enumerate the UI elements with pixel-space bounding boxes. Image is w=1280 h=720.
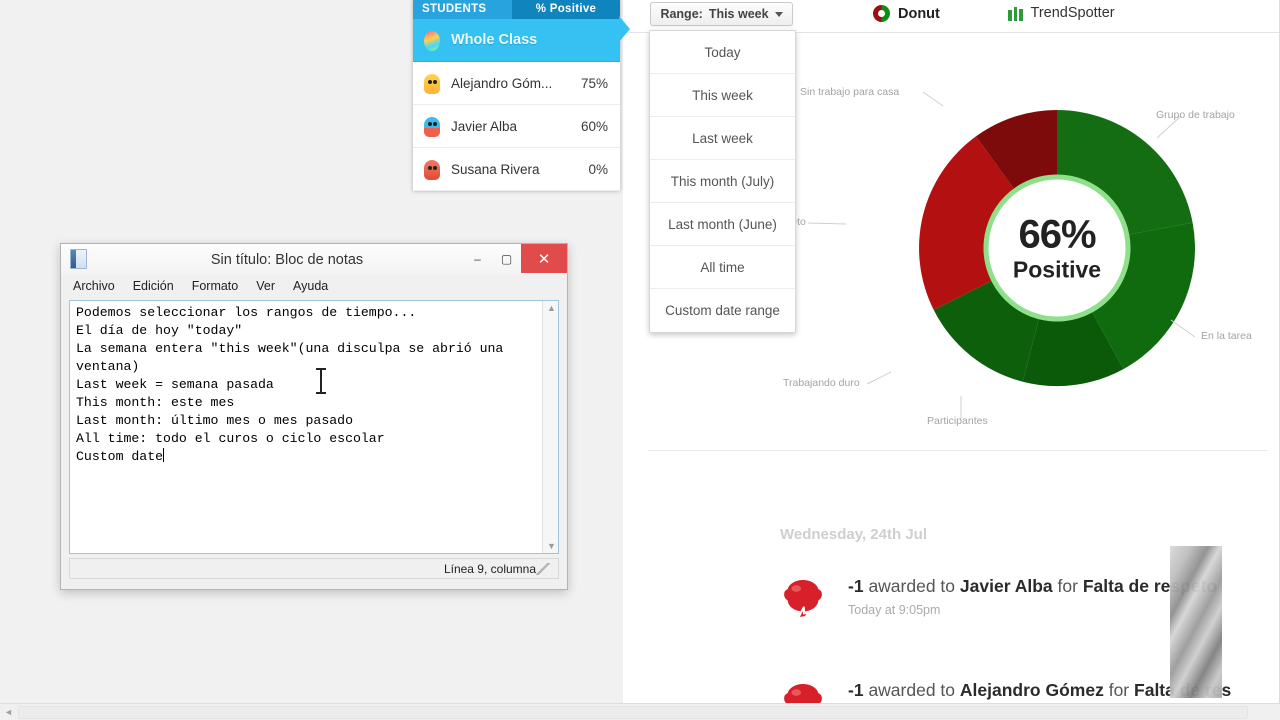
chevron-left-icon[interactable]: ◄	[4, 707, 13, 717]
donut-icon	[873, 5, 890, 22]
feed-date-heading: Wednesday, 24th Jul	[780, 526, 927, 543]
tab-trendspotter[interactable]: TrendSpotter	[1008, 5, 1115, 21]
notepad-vertical-scrollbar[interactable]: ▲ ▼	[542, 301, 558, 553]
range-dropdown-button[interactable]: Range: This week	[650, 2, 793, 26]
feed-item[interactable]: -1 awarded to Alejandro Gómez for Falta …	[780, 680, 1231, 704]
slice-label-trabajando-duro: Trabajando duro	[783, 377, 860, 389]
text-caret	[163, 448, 165, 462]
notepad-text-content: Podemos seleccionar los rangos de tiempo…	[76, 305, 504, 464]
notepad-menu-bar: Archivo Edición Formato Ver Ayuda	[61, 275, 567, 297]
student-name: Javier Alba	[451, 118, 518, 134]
range-option-today[interactable]: Today	[650, 31, 795, 74]
feed-item-score: -1	[848, 576, 864, 596]
blue-monster-avatar	[421, 113, 443, 139]
confetti-monster-avatar	[421, 27, 443, 53]
donut-chart[interactable]: 66% Positive	[917, 108, 1197, 388]
student-value: 60%	[580, 118, 608, 134]
metric-column-header[interactable]: % Positive	[512, 0, 620, 19]
horizontal-scrollbar[interactable]: ◄	[0, 703, 1280, 720]
menu-formato[interactable]: Formato	[192, 279, 239, 293]
menu-archivo[interactable]: Archivo	[73, 279, 115, 293]
screen-root: Donut TrendSpotter 66% Positive Sin trab…	[0, 0, 1280, 720]
feed-item-time: Today at 9:05pm	[848, 603, 941, 617]
notepad-status-bar: Línea 9, columna	[69, 558, 559, 579]
student-row[interactable]: Javier Alba 60%	[413, 105, 620, 148]
student-name: Susana Rivera	[451, 161, 540, 177]
students-panel: STUDENTS % Positive Whole Class Alejandr…	[413, 0, 630, 191]
avatar	[413, 156, 451, 182]
student-row[interactable]: Susana Rivera 0%	[413, 148, 620, 191]
tab-donut[interactable]: Donut	[873, 5, 940, 22]
student-name: Whole Class	[451, 32, 538, 48]
range-option-last-week[interactable]: Last week	[650, 117, 795, 160]
scrollbar-thumb[interactable]	[18, 706, 1248, 719]
range-option-this-week[interactable]: This week	[650, 74, 795, 117]
range-selected-value: This week	[708, 7, 769, 21]
chevron-down-icon	[774, 11, 783, 17]
close-button[interactable]: ✕	[521, 244, 567, 273]
feed-item-for-label: for	[1108, 680, 1130, 700]
range-option-all-time[interactable]: All time	[650, 246, 795, 289]
donut-center-caption: Positive	[1012, 256, 1102, 283]
students-panel-header: STUDENTS % Positive	[413, 0, 620, 19]
feed-item-for-label: for	[1057, 576, 1078, 596]
avatar	[413, 113, 451, 139]
feed-item-score: -1	[848, 680, 864, 700]
window-controls: – ▢ ✕	[463, 244, 567, 273]
chevron-up-icon[interactable]: ▲	[547, 303, 556, 313]
resize-grip[interactable]	[532, 563, 554, 575]
student-value: 75%	[580, 75, 608, 91]
feed-item-awarded-label: awarded to	[868, 576, 956, 596]
feed-item-student[interactable]: Alejandro Gómez	[960, 680, 1104, 700]
maximize-button[interactable]: ▢	[492, 244, 521, 273]
feed-item-student[interactable]: Javier Alba	[960, 576, 1053, 596]
range-prefix-label: Range:	[660, 7, 703, 21]
text-cursor	[316, 368, 326, 394]
bar-chart-icon	[1008, 6, 1023, 21]
notepad-title-bar[interactable]: Sin título: Bloc de notas – ▢ ✕	[61, 244, 567, 275]
slice-label-grupo: Grupo de trabajo	[1156, 109, 1235, 121]
student-row-whole-class[interactable]: Whole Class	[413, 19, 620, 62]
negative-badge-icon	[781, 577, 825, 625]
decorative-image-thumbnail	[1170, 546, 1222, 698]
feed-item[interactable]: -1 awarded to Javier Alba for Falta de r…	[780, 576, 1217, 626]
yellow-monster-avatar	[421, 70, 443, 96]
slice-label-en-la-tarea: En la tarea	[1201, 330, 1252, 342]
student-row[interactable]: Alejandro Góm... 75%	[413, 62, 620, 105]
student-value: 0%	[588, 161, 608, 177]
donut-center-value: 66%	[1018, 212, 1096, 257]
range-option-this-month[interactable]: This month (July)	[650, 160, 795, 203]
chevron-down-icon[interactable]: ▼	[547, 541, 556, 551]
donut-center-label: 66% Positive	[1013, 215, 1101, 282]
students-column-header: STUDENTS	[422, 2, 487, 15]
slice-label-participantes: Participantes	[927, 415, 988, 427]
tab-trendspotter-label: TrendSpotter	[1030, 5, 1115, 21]
negative-badge-icon	[781, 681, 825, 704]
notepad-icon	[70, 249, 87, 269]
student-name: Alejandro Góm...	[451, 75, 553, 91]
notepad-window: Sin título: Bloc de notas – ▢ ✕ Archivo …	[60, 243, 568, 590]
range-dropdown-menu: Today This week Last week This month (Ju…	[649, 30, 796, 333]
feed-item-text: -1 awarded to Javier Alba for Falta de r…	[848, 576, 1217, 597]
notepad-text-area[interactable]: Podemos seleccionar los rangos de tiempo…	[69, 300, 559, 554]
range-option-custom-date-range[interactable]: Custom date range	[650, 289, 795, 332]
menu-ver[interactable]: Ver	[256, 279, 275, 293]
section-divider	[648, 450, 1268, 451]
avatar	[413, 70, 451, 96]
feed-item-awarded-label: awarded to	[868, 680, 956, 700]
menu-edicion[interactable]: Edición	[133, 279, 174, 293]
menu-ayuda[interactable]: Ayuda	[293, 279, 328, 293]
selected-row-pointer	[619, 16, 630, 42]
tab-donut-label: Donut	[898, 5, 940, 22]
range-option-last-month[interactable]: Last month (June)	[650, 203, 795, 246]
minimize-button[interactable]: –	[463, 244, 492, 273]
avatar	[413, 27, 451, 53]
slice-label-sin-trabajo: Sin trabajo para casa	[800, 86, 900, 98]
red-monster-avatar	[421, 156, 443, 182]
